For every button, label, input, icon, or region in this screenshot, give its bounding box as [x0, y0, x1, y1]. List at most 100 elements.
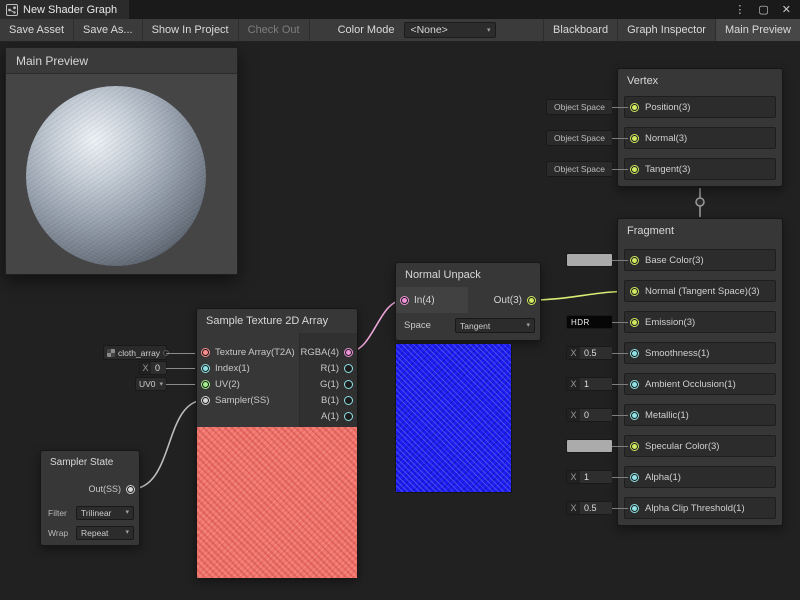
space-row: Space Tangent ▾	[396, 313, 540, 340]
filter-value: Trilinear	[81, 508, 111, 518]
edge-samplerstate-to-sampler[interactable]	[131, 400, 205, 489]
fragment-row-alpha-clip[interactable]: Alpha Clip Threshold(1) X 0.5	[624, 497, 776, 519]
alpha-field[interactable]: X 1	[566, 470, 613, 484]
main-preview-panel[interactable]: Main Preview	[5, 47, 238, 275]
fragment-node[interactable]: Fragment Base Color(3) Normal (Tangent S…	[617, 218, 783, 526]
object-picker-icon[interactable]	[163, 350, 169, 356]
fragment-row-emission[interactable]: Emission(3) HDR	[624, 311, 776, 333]
normal-port[interactable]	[630, 134, 639, 143]
color-mode-dropdown[interactable]: <None> ▾	[404, 22, 496, 38]
position-port[interactable]	[630, 103, 639, 112]
metallic-field[interactable]: X 0	[566, 408, 613, 422]
show-in-project-button[interactable]: Show In Project	[143, 19, 239, 41]
maximize-icon[interactable]: ▢	[758, 3, 768, 16]
output-r[interactable]: R(1)	[321, 360, 353, 376]
a-port[interactable]	[344, 412, 353, 421]
input-index[interactable]: Index(1)	[201, 360, 250, 376]
emission-port[interactable]	[630, 318, 639, 327]
blackboard-button[interactable]: Blackboard	[543, 19, 617, 41]
index-value: 0	[151, 362, 166, 374]
specular-color-label: Specular Color(3)	[645, 441, 719, 452]
save-asset-button[interactable]: Save Asset	[0, 19, 74, 41]
uv-port[interactable]	[201, 380, 210, 389]
fragment-row-alpha[interactable]: Alpha(1) X 1	[624, 466, 776, 488]
output-a[interactable]: A(1)	[321, 408, 353, 424]
alpha-clip-port[interactable]	[630, 504, 639, 513]
base-color-label: Base Color(3)	[645, 255, 704, 266]
fragment-row-smoothness[interactable]: Smoothness(1) X 0.5	[624, 342, 776, 364]
save-as-button[interactable]: Save As...	[74, 19, 143, 41]
output-g[interactable]: G(1)	[320, 376, 353, 392]
vertex-row-tangent[interactable]: Tangent(3) Object Space	[624, 158, 776, 180]
output-rgba[interactable]: RGBA(4)	[300, 344, 353, 360]
sampler-state-node[interactable]: Sampler State Out(SS) Filter Trilinear ▾…	[40, 450, 140, 546]
vertex-row-position[interactable]: Position(3) Object Space	[624, 96, 776, 118]
space-label: Space	[404, 320, 431, 331]
kebab-menu-icon[interactable]: ⋮	[734, 3, 745, 16]
ambient-occlusion-field[interactable]: X 1	[566, 377, 613, 391]
out-port[interactable]	[527, 296, 536, 305]
b-port[interactable]	[344, 396, 353, 405]
g-port[interactable]	[344, 380, 353, 389]
emission-hdr-swatch[interactable]: HDR	[566, 315, 613, 329]
filter-dropdown[interactable]: Trilinear ▾	[76, 506, 134, 520]
uv-channel-value: UV0	[139, 379, 156, 389]
rgba-port[interactable]	[344, 348, 353, 357]
input-texture-array[interactable]: Texture Array(T2A)	[201, 344, 295, 360]
uv-channel-dropdown[interactable]: UV0 ▾	[135, 377, 167, 391]
tangent-space-dropdown[interactable]: Object Space	[546, 161, 613, 177]
normal-space-dropdown[interactable]: Object Space	[546, 130, 613, 146]
graph-inspector-button[interactable]: Graph Inspector	[617, 19, 715, 41]
fragment-row-metallic[interactable]: Metallic(1) X 0	[624, 404, 776, 426]
graph-canvas[interactable]: Main Preview Vertex Position(3) Object S…	[0, 42, 800, 600]
alpha-clip-field[interactable]: X 0.5	[566, 501, 613, 515]
index-port[interactable]	[201, 364, 210, 373]
ambient-occlusion-value: 1	[580, 378, 612, 390]
ambient-occlusion-port[interactable]	[630, 380, 639, 389]
close-icon[interactable]: ✕	[782, 3, 791, 16]
base-color-swatch[interactable]	[566, 253, 613, 267]
normal-tangent-port[interactable]	[630, 287, 639, 296]
chevron-down-icon: ▾	[125, 509, 129, 516]
fragment-row-base-color[interactable]: Base Color(3)	[624, 249, 776, 271]
texture-array-port[interactable]	[201, 348, 210, 357]
in-port[interactable]	[400, 296, 409, 305]
metallic-port[interactable]	[630, 411, 639, 420]
out-ss-port[interactable]	[126, 485, 135, 494]
sample-texture-2d-array-node[interactable]: Sample Texture 2D Array Texture Array(T2…	[196, 308, 358, 578]
fragment-row-specular-color[interactable]: Specular Color(3)	[624, 435, 776, 457]
wrap-dropdown[interactable]: Repeat ▾	[76, 526, 134, 540]
main-preview-button[interactable]: Main Preview	[715, 19, 800, 41]
normal-unpack-io-row: In(4) Out(3)	[396, 287, 540, 313]
base-color-port[interactable]	[630, 256, 639, 265]
metallic-value: 0	[580, 409, 612, 421]
texture-array-field[interactable]: cloth_array	[103, 345, 167, 360]
chevron-down-icon: ▾	[125, 529, 129, 536]
r-port[interactable]	[344, 364, 353, 373]
position-space-dropdown[interactable]: Object Space	[546, 99, 613, 115]
space-dropdown[interactable]: Tangent ▾	[455, 318, 535, 333]
main-preview-title[interactable]: Main Preview	[6, 48, 237, 74]
input-sampler[interactable]: Sampler(SS)	[201, 392, 269, 408]
input-uv[interactable]: UV(2)	[201, 376, 240, 392]
specular-color-swatch[interactable]	[566, 439, 613, 453]
vertex-row-normal[interactable]: Normal(3) Object Space	[624, 127, 776, 149]
vertex-node[interactable]: Vertex Position(3) Object Space Normal(3…	[617, 68, 783, 187]
main-preview-viewport[interactable]	[6, 74, 237, 274]
normal-unpack-node[interactable]: Normal Unpack In(4) Out(3) Space Tangent…	[395, 262, 541, 493]
output-b[interactable]: B(1)	[321, 392, 353, 408]
index-field[interactable]: X 0	[139, 361, 167, 375]
smoothness-port[interactable]	[630, 349, 639, 358]
specular-color-port[interactable]	[630, 442, 639, 451]
out-slot[interactable]: Out(3)	[494, 287, 540, 313]
in-slot[interactable]: In(4)	[396, 287, 468, 313]
sampler-port[interactable]	[201, 396, 210, 405]
position-space-value: Object Space	[554, 102, 605, 112]
window-tab[interactable]: New Shader Graph	[0, 0, 129, 19]
fragment-row-ambient-occlusion[interactable]: Ambient Occlusion(1) X 1	[624, 373, 776, 395]
smoothness-field[interactable]: X 0.5	[566, 346, 613, 360]
tangent-port[interactable]	[630, 165, 639, 174]
fragment-row-normal[interactable]: Normal (Tangent Space)(3)	[624, 280, 776, 302]
alpha-port[interactable]	[630, 473, 639, 482]
sampler-out-row[interactable]: Out(SS)	[88, 481, 135, 497]
